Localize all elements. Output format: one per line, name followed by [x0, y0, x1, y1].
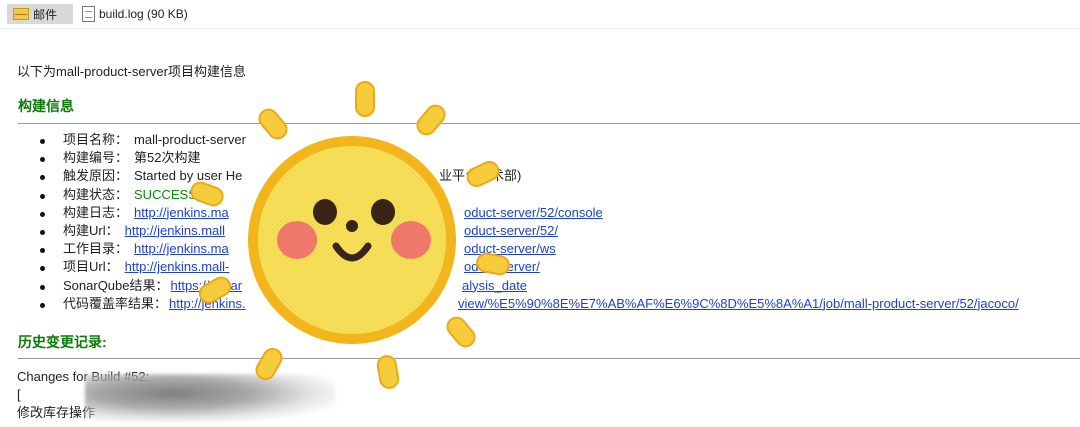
section-title-build-info: 构建信息 [18, 98, 74, 114]
mail-tab[interactable]: 邮件 [7, 4, 73, 24]
section-divider [18, 358, 1080, 359]
mail-tab-label: 邮件 [33, 7, 58, 22]
section-title-history: 历史变更记录: [18, 334, 107, 350]
item-label: 项目Url： [63, 259, 119, 275]
attachment-bar: 邮件 build.log (90 KB) [0, 0, 1080, 29]
item-label: 代码覆盖率结果： [63, 295, 168, 311]
item-label: 构建状态： [63, 186, 129, 202]
item-label: 触发原因： [63, 168, 129, 184]
item-label: 项目名称： [63, 132, 129, 147]
item-label: 构建编号： [63, 150, 129, 166]
item-label: 构建Url： [63, 222, 119, 238]
item-label: SonarQube结果： [63, 277, 169, 293]
document-icon [82, 6, 95, 22]
attachment-build-log[interactable]: build.log (90 KB) [82, 5, 188, 23]
section-divider [18, 123, 1080, 124]
sun-face-sticker-icon [190, 81, 510, 389]
item-label: 工作目录： [63, 241, 129, 257]
envelope-icon [13, 8, 29, 20]
attachment-name: build.log (90 KB) [99, 7, 188, 21]
coverage-link-tail[interactable]: view/%E5%90%8E%E7%AB%AF%E6%9C%8D%E5%8A%A… [458, 295, 1019, 313]
item-label: 构建日志： [63, 204, 129, 220]
